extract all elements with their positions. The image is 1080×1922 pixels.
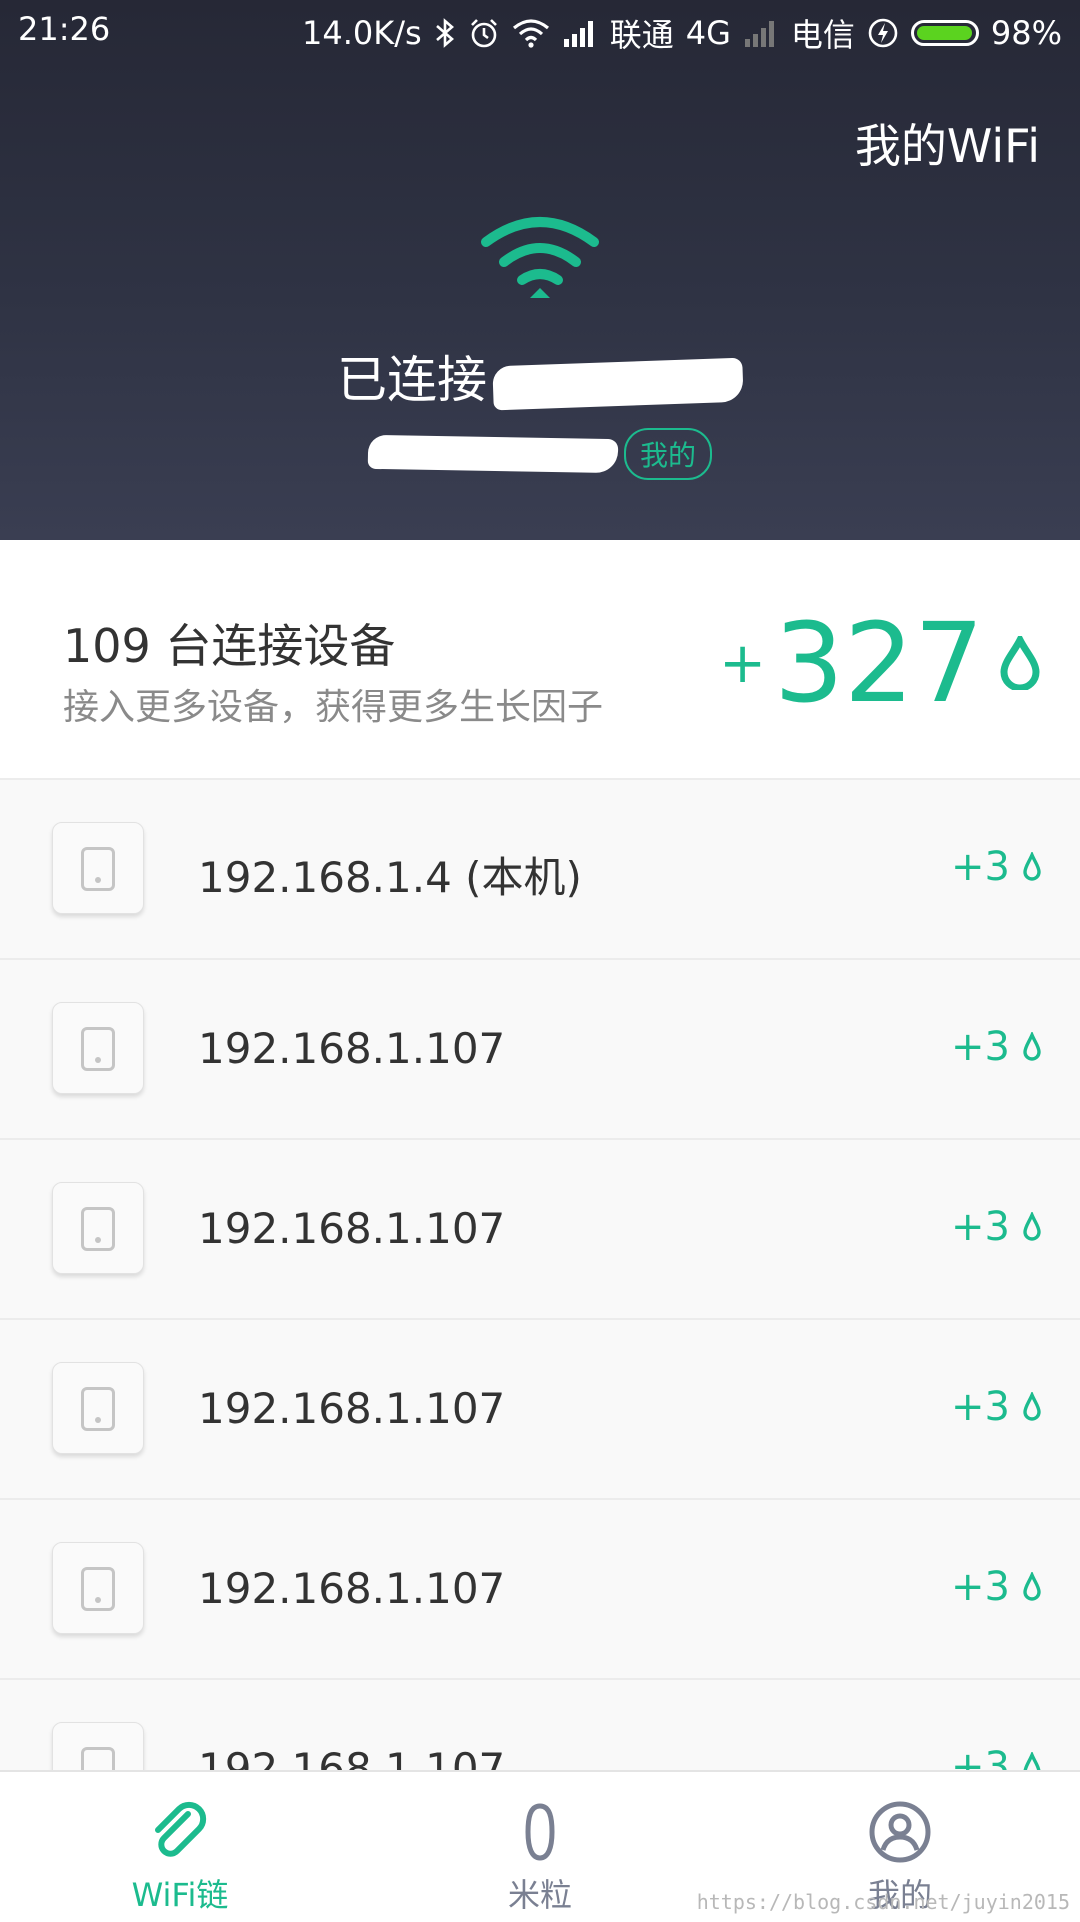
- nav-label-grain: 米粒: [507, 1876, 572, 1914]
- phone-icon: [81, 1387, 115, 1431]
- phone-icon: [81, 1207, 115, 1251]
- drop-icon: [1000, 636, 1040, 690]
- bottom-nav: WiFi链 米粒 我的 https://blog.csdn.net/juyin2…: [0, 1770, 1080, 1922]
- device-summary: 109 台连接设备 接入更多设备，获得更多生长因子 + 327: [0, 540, 1080, 780]
- phone-icon: [81, 1027, 115, 1071]
- summary-subtitle: 接入更多设备，获得更多生长因子: [63, 687, 604, 728]
- points-plus: +: [719, 630, 767, 696]
- device-count: 109 台连接设备: [63, 619, 396, 673]
- charging-icon: [867, 17, 899, 49]
- device-row[interactable]: 192.168.1.107 +3: [0, 960, 1080, 1140]
- device-list[interactable]: 192.168.1.4 (本机) +3 192.168.1.107 +3 192.168…: [0, 780, 1080, 1770]
- device-points-value: +3: [951, 844, 1010, 890]
- page-title[interactable]: 我的WiFi: [855, 110, 1040, 176]
- status-speed: 14.0K/s: [302, 14, 422, 52]
- watermark: https://blog.csdn.net/juyin2015: [696, 1890, 1070, 1914]
- device-row[interactable]: 192.168.1.107 +3: [0, 1680, 1080, 1770]
- device-icon: [52, 1542, 144, 1634]
- status-bar: 21:26 14.0K/s 联通 4G 电信 98%: [0, 0, 1080, 62]
- device-ip: 192.168.1.107: [198, 1564, 506, 1613]
- status-carrier2: 电信: [790, 16, 855, 54]
- nav-grain[interactable]: 米粒: [360, 1772, 720, 1922]
- drop-icon: [1023, 1212, 1041, 1241]
- drop-icon: [1023, 1032, 1041, 1061]
- device-icon: [52, 1002, 144, 1094]
- signal-icon: [743, 19, 779, 47]
- connected-label: 已连接: [337, 351, 487, 409]
- status-carrier1: 联通: [609, 16, 674, 54]
- user-icon: [869, 1801, 931, 1863]
- battery-icon: [910, 20, 979, 46]
- battery-fill: [916, 26, 972, 40]
- nav-wifi-chain[interactable]: WiFi链: [0, 1772, 360, 1922]
- device-points: +3: [951, 844, 1042, 890]
- wifi-signal-icon: [481, 217, 599, 298]
- status-network: 4G: [685, 14, 731, 52]
- signal-icon: [562, 19, 598, 47]
- device-points: +3: [951, 1384, 1042, 1430]
- drop-icon: [1023, 852, 1041, 881]
- points-value: 327: [774, 599, 984, 727]
- device-points-value: +3: [951, 1204, 1010, 1250]
- status-right: 14.0K/s 联通 4G 电信 98%: [302, 10, 1062, 56]
- phone-icon: [81, 1567, 115, 1611]
- device-points-value: +3: [951, 1744, 1010, 1770]
- device-row[interactable]: 192.168.1.107 +3: [0, 1500, 1080, 1680]
- wifi-icon: [512, 18, 550, 48]
- drop-icon: [1023, 1572, 1041, 1601]
- device-row[interactable]: 192.168.1.4 (本机) +3: [0, 780, 1080, 960]
- device-points: +3: [951, 1744, 1042, 1770]
- redacted-ssid: [492, 357, 744, 410]
- total-points: + 327: [719, 608, 1040, 718]
- device-points: +3: [951, 1204, 1042, 1250]
- device-row[interactable]: 192.168.1.107 +3: [0, 1320, 1080, 1500]
- device-points-value: +3: [951, 1024, 1010, 1070]
- phone-icon: [81, 1747, 115, 1770]
- header: 21:26 14.0K/s 联通 4G 电信 98% 我的WiFi 已连接 我的: [0, 0, 1080, 540]
- device-points: +3: [951, 1564, 1042, 1610]
- device-points-value: +3: [951, 1564, 1010, 1610]
- paperclip-icon: [155, 1801, 207, 1857]
- status-time: 21:26: [18, 10, 111, 48]
- status-battery: 98%: [990, 14, 1062, 52]
- device-ip: 192.168.1.107: [198, 1204, 506, 1253]
- device-ip: 192.168.1.107: [198, 1024, 506, 1073]
- account-line: 我的: [0, 428, 1080, 480]
- alarm-icon: [468, 17, 500, 49]
- connection-status: 已连接: [0, 340, 1080, 412]
- mine-badge: 我的: [623, 428, 712, 480]
- device-ip: 192.168.1.107: [198, 1384, 506, 1433]
- drop-icon: [1023, 1392, 1041, 1421]
- device-ip: 192.168.1.4 (本机): [198, 853, 582, 902]
- bluetooth-icon: [434, 17, 456, 49]
- device-points: +3: [951, 1024, 1042, 1070]
- device-ip: 192.168.1.107: [198, 1744, 506, 1770]
- device-icon: [52, 1362, 144, 1454]
- nav-label-wifi-chain: WiFi链: [131, 1876, 229, 1914]
- device-points-value: +3: [951, 1384, 1010, 1430]
- device-icon: [52, 1722, 144, 1770]
- phone-icon: [81, 847, 115, 891]
- drop-icon: [1023, 1752, 1041, 1770]
- redacted-account: [367, 434, 619, 474]
- device-icon: [52, 822, 144, 914]
- device-icon: [52, 1182, 144, 1274]
- device-row[interactable]: 192.168.1.107 +3: [0, 1140, 1080, 1320]
- grain-icon: [525, 1803, 555, 1861]
